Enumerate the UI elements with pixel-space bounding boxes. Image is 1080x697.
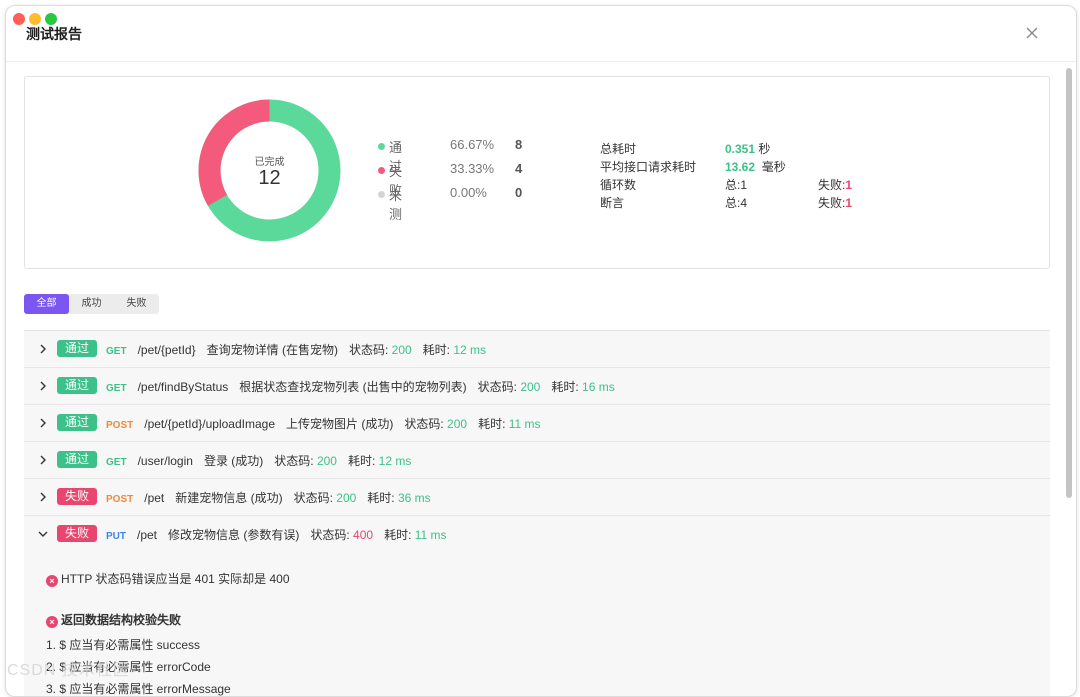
chevron-right-icon[interactable] <box>36 453 50 467</box>
loops-label: 循环数 <box>600 178 637 192</box>
request-row[interactable]: 通过 GET/user/login 登录 (成功) 状态码: 200 耗时: 12 m… <box>24 442 1050 479</box>
donut-center-value: 12 <box>258 167 281 189</box>
report-content[interactable]: 已完成 12 通过 66.67% 8 失败 33.33% 4 未测 0.00% … <box>6 62 1064 696</box>
loops-total: 总:1 <box>725 178 748 192</box>
status-badge: 通过 <box>57 451 98 468</box>
request-row-expanded[interactable]: 失败 PUT/pet 修改宠物信息 (参数有误) 状态码: 400 耗时: 11 ms <box>24 516 1050 552</box>
error-icon: × <box>46 616 58 628</box>
legend-pct: 33.33% <box>450 161 495 176</box>
chevron-right-icon[interactable] <box>36 490 50 504</box>
status-badge: 通过 <box>57 414 98 431</box>
avg-time-label: 平均接口请求耗时 <box>600 160 697 174</box>
request-list: 通过 GET/pet/{petId} 查询宠物详情 (在售宠物) 状态码: 200 耗… <box>24 330 1050 696</box>
request-summary: POST/pet/{petId}/uploadImage 上传宠物图片 (成功) 状… <box>106 417 541 431</box>
scrollbar-thumb[interactable] <box>1066 68 1072 498</box>
window-title: 测试报告 <box>26 26 82 42</box>
report-window: 测试报告 已完成 12 通过 66.67% 8 失败 33.33% 4 未测 0… <box>5 5 1077 697</box>
close-icon <box>1026 27 1038 39</box>
request-summary: GET/pet/{petId} 查询宠物详情 (在售宠物) 状态码: 200 耗时: … <box>106 343 487 357</box>
error-icon: × <box>46 575 58 587</box>
legend-count: 4 <box>515 161 523 176</box>
legend-pct: 66.67% <box>450 137 495 152</box>
filter-tab-all[interactable]: 全部 <box>24 294 69 314</box>
schema-error-item: 3. $ 应当有必需属性 errorMessage <box>46 682 231 696</box>
fail-dot-icon <box>378 167 385 174</box>
schema-error-title: × 返回数据结构校验失败 <box>46 611 181 628</box>
avg-time-value: 13.62 毫秒 <box>725 160 786 174</box>
request-row[interactable]: 失败 POST/pet 新建宠物信息 (成功) 状态码: 200 耗时: 36 ms <box>24 479 1050 516</box>
legend-count: 8 <box>515 137 523 152</box>
http-status-error: × HTTP 状态码错误应当是 401 实际却是 400 <box>46 570 290 587</box>
status-badge: 失败 <box>57 488 98 505</box>
request-summary: GET/pet/findByStatus 根据状态查找宠物列表 (出售中的宠物列表… <box>106 380 615 394</box>
close-button[interactable] <box>1024 25 1040 41</box>
legend-name: 未测 <box>389 188 403 222</box>
chevron-right-icon[interactable] <box>36 379 50 393</box>
window-close-dot[interactable] <box>13 13 25 25</box>
scrollbar[interactable] <box>1066 68 1072 688</box>
donut-center-label: 已完成 <box>254 157 285 168</box>
legend-pct: 0.00% <box>450 185 487 200</box>
summary-panel: 已完成 12 通过 66.67% 8 失败 33.33% 4 未测 0.00% … <box>24 76 1050 269</box>
request-summary: POST/pet 新建宠物信息 (成功) 状态码: 200 耗时: 36 ms <box>106 491 431 505</box>
chevron-right-icon[interactable] <box>36 342 50 356</box>
assert-total: 总:4 <box>725 196 748 210</box>
request-detail-panel: × HTTP 状态码错误应当是 401 实际却是 400 × 返回数据结构校验失败 … <box>24 552 1050 696</box>
assert-fail: 失败:1 <box>818 196 853 210</box>
request-summary: GET/user/login 登录 (成功) 状态码: 200 耗时: 12 ms <box>106 454 412 468</box>
untested-dot-icon <box>378 191 385 198</box>
assert-label: 断言 <box>600 196 625 210</box>
loops-fail: 失败:1 <box>818 178 853 192</box>
legend-count: 0 <box>515 185 523 200</box>
request-summary: PUT/pet 修改宠物信息 (参数有误) 状态码: 400 耗时: 11 ms <box>106 528 447 542</box>
chevron-right-icon[interactable] <box>36 416 50 430</box>
chevron-down-icon[interactable] <box>36 527 50 541</box>
status-badge: 通过 <box>57 340 98 357</box>
request-row[interactable]: 通过 POST/pet/{petId}/uploadImage 上传宠物图片 (成… <box>24 405 1050 442</box>
status-badge: 通过 <box>57 377 98 394</box>
filter-tab-failed[interactable]: 失败 <box>114 294 159 314</box>
pass-dot-icon <box>378 143 385 150</box>
result-filter-tabs: 全部 成功 失败 <box>24 294 159 314</box>
total-time-value: 0.351 秒 <box>725 142 771 156</box>
request-row[interactable]: 通过 GET/pet/findByStatus 根据状态查找宠物列表 (出售中的宠… <box>24 368 1050 405</box>
request-row[interactable]: 通过 GET/pet/{petId} 查询宠物详情 (在售宠物) 状态码: 200 耗… <box>24 331 1050 368</box>
filter-tab-success[interactable]: 成功 <box>69 294 114 314</box>
status-badge: 失败 <box>57 525 98 542</box>
schema-error-item: 1. $ 应当有必需属性 success <box>46 638 201 652</box>
total-time-label: 总耗时 <box>600 142 637 156</box>
watermark: CSDN 技术社区 <box>7 662 130 679</box>
